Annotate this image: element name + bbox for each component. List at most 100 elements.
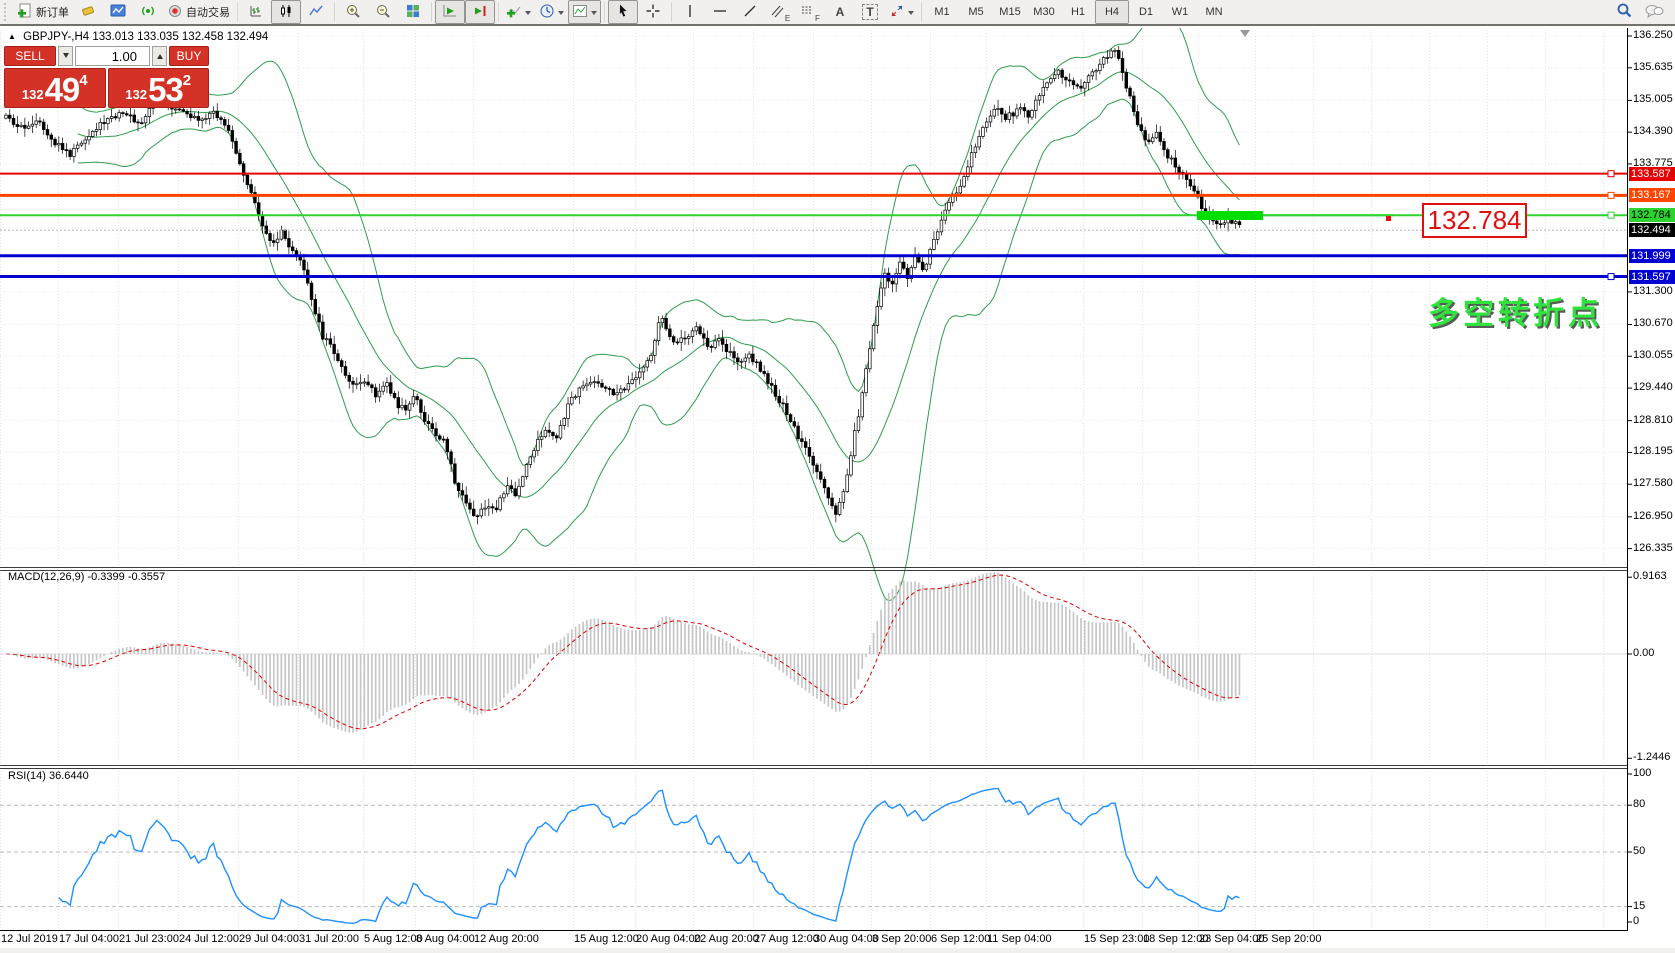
time-axis-label: 25 Sep 20:00 bbox=[1256, 933, 1321, 945]
line-handle[interactable] bbox=[1608, 212, 1614, 218]
time-axis-label: 23 Sep 04:00 bbox=[1199, 933, 1264, 945]
axis-tick-label: 134.390 bbox=[1633, 125, 1673, 137]
crosshair-button[interactable] bbox=[638, 0, 668, 24]
new-order-button[interactable]: 新订单 bbox=[13, 0, 73, 24]
axis-tick-label: 130.670 bbox=[1633, 317, 1673, 329]
time-axis-label: 8 Aug 04:00 bbox=[416, 933, 475, 945]
highlight-bar[interactable] bbox=[1197, 211, 1263, 220]
autotrading-icon bbox=[167, 3, 183, 22]
fibonacci-button[interactable]: F bbox=[795, 0, 825, 24]
zoom-out-button[interactable] bbox=[368, 0, 398, 24]
volume-down-button[interactable] bbox=[58, 46, 73, 66]
cursor-icon bbox=[615, 3, 631, 22]
buy-button[interactable]: BUY bbox=[169, 46, 209, 66]
vertical-line-button[interactable] bbox=[675, 0, 705, 24]
eraser-icon bbox=[80, 3, 96, 22]
axis-tick-label: 131.300 bbox=[1633, 285, 1673, 297]
macd-label: MACD(12,26,9) -0.3399 -0.3557 bbox=[8, 571, 165, 583]
axis-tick-label: 135.635 bbox=[1633, 61, 1673, 73]
chart-shift-button[interactable] bbox=[465, 0, 495, 24]
dropdown-caret bbox=[591, 11, 597, 18]
sell-button[interactable]: SELL bbox=[4, 46, 56, 66]
time-axis-label: 12 Aug 20:00 bbox=[474, 933, 539, 945]
chart-shift-icon bbox=[472, 3, 488, 22]
dropdown-caret bbox=[908, 11, 914, 18]
collapse-arrow-icon[interactable]: ▲ bbox=[8, 32, 16, 41]
volume-input[interactable]: 1.00 bbox=[75, 46, 150, 66]
new-order-label: 新订单 bbox=[36, 4, 69, 20]
time-axis-label: 12 Jul 2019 bbox=[1, 933, 58, 945]
text-button[interactable]: A bbox=[825, 0, 855, 24]
one-click-trade-panel: SELL 1.00 BUY 132 49 4 132 53 2 bbox=[4, 46, 209, 108]
chinese-annotation[interactable]: 多空转折点 bbox=[1428, 288, 1603, 333]
price-callout-box[interactable]: 132.784 bbox=[1422, 203, 1527, 238]
fibonacci-icon bbox=[800, 3, 814, 22]
channel-icon bbox=[770, 3, 784, 22]
timeframe-button-m15[interactable]: M15 bbox=[993, 0, 1027, 24]
line-chart-button[interactable] bbox=[301, 0, 331, 24]
timeframe-button-m1[interactable]: M1 bbox=[925, 0, 959, 24]
cursor-button[interactable] bbox=[608, 0, 638, 24]
chat-button[interactable] bbox=[1639, 0, 1669, 24]
volume-up-button[interactable] bbox=[152, 46, 167, 66]
status-strip bbox=[0, 948, 1675, 953]
line-handle[interactable] bbox=[1608, 171, 1614, 177]
eraser-button[interactable] bbox=[73, 0, 103, 24]
time-axis-label: 22 Aug 20:00 bbox=[694, 933, 759, 945]
sell-price-box[interactable]: 132 49 4 bbox=[4, 68, 106, 108]
timeframe-button-mn[interactable]: MN bbox=[1197, 0, 1231, 24]
axis-tick-label: 129.440 bbox=[1633, 381, 1673, 393]
sell-price-sup: 4 bbox=[79, 72, 87, 89]
zoom-in-button[interactable] bbox=[338, 0, 368, 24]
search-button[interactable] bbox=[1609, 0, 1639, 24]
price-line-label-131.597: 131.597 bbox=[1629, 270, 1675, 284]
line-handle[interactable] bbox=[1608, 274, 1614, 280]
templates-button[interactable] bbox=[568, 0, 601, 24]
bar-chart-icon bbox=[248, 3, 264, 22]
symbol-title: GBPJPY-,H4 bbox=[23, 31, 89, 43]
axis-tick-label: 0.00 bbox=[1633, 647, 1654, 659]
buy-price-box[interactable]: 132 53 2 bbox=[108, 68, 210, 108]
box-handle[interactable] bbox=[1386, 216, 1391, 221]
timeframe-button-w1[interactable]: W1 bbox=[1163, 0, 1197, 24]
axis-tick-label: 136.250 bbox=[1633, 29, 1673, 41]
axis-tick-label: 100 bbox=[1633, 767, 1651, 779]
template-icon bbox=[572, 3, 588, 22]
toolbar-separator bbox=[604, 2, 605, 22]
timeframe-button-m5[interactable]: M5 bbox=[959, 0, 993, 24]
text-label-button[interactable]: T bbox=[855, 0, 885, 24]
timeframe-button-h4[interactable]: H4 bbox=[1095, 0, 1129, 24]
market-watch-button[interactable] bbox=[103, 0, 133, 24]
periods-button[interactable] bbox=[535, 0, 568, 24]
timeframe-button-m30[interactable]: M30 bbox=[1027, 0, 1061, 24]
arrows-button[interactable] bbox=[885, 0, 918, 24]
axis-tick-label: 126.950 bbox=[1633, 510, 1673, 522]
time-axis-label: 30 Aug 04:00 bbox=[814, 933, 879, 945]
candlestick-chart-button[interactable] bbox=[271, 0, 301, 24]
signals-button[interactable] bbox=[133, 0, 163, 24]
horizontal-line-button[interactable] bbox=[705, 0, 735, 24]
chart-shift-marker-icon[interactable] bbox=[1240, 30, 1250, 42]
trendline-button[interactable] bbox=[735, 0, 765, 24]
timeframe-button-h1[interactable]: H1 bbox=[1061, 0, 1095, 24]
axis-tick-label: 130.055 bbox=[1633, 349, 1673, 361]
add-indicator-button[interactable] bbox=[502, 0, 535, 24]
label-tool-icon: T bbox=[862, 4, 877, 20]
toolbar-separator bbox=[671, 2, 672, 22]
zoom-out-icon bbox=[375, 3, 391, 22]
chart-canvas[interactable] bbox=[0, 28, 1675, 953]
time-axis-label: 21 Jul 23:00 bbox=[119, 933, 179, 945]
horizontal-line-icon bbox=[712, 3, 728, 22]
autoscroll-button[interactable] bbox=[435, 0, 465, 24]
toolbar-separator bbox=[498, 2, 499, 22]
channel-button[interactable]: E bbox=[765, 0, 795, 24]
add-indicator-icon bbox=[506, 3, 522, 22]
autotrading-button[interactable]: 自动交易 bbox=[163, 0, 234, 24]
arrows-icon bbox=[889, 3, 905, 22]
tile-windows-button[interactable] bbox=[398, 0, 428, 24]
axis-tick-label: 127.580 bbox=[1633, 477, 1673, 489]
zoom-in-icon bbox=[345, 3, 361, 22]
line-handle[interactable] bbox=[1608, 192, 1614, 198]
bar-chart-button[interactable] bbox=[241, 0, 271, 24]
timeframe-button-d1[interactable]: D1 bbox=[1129, 0, 1163, 24]
